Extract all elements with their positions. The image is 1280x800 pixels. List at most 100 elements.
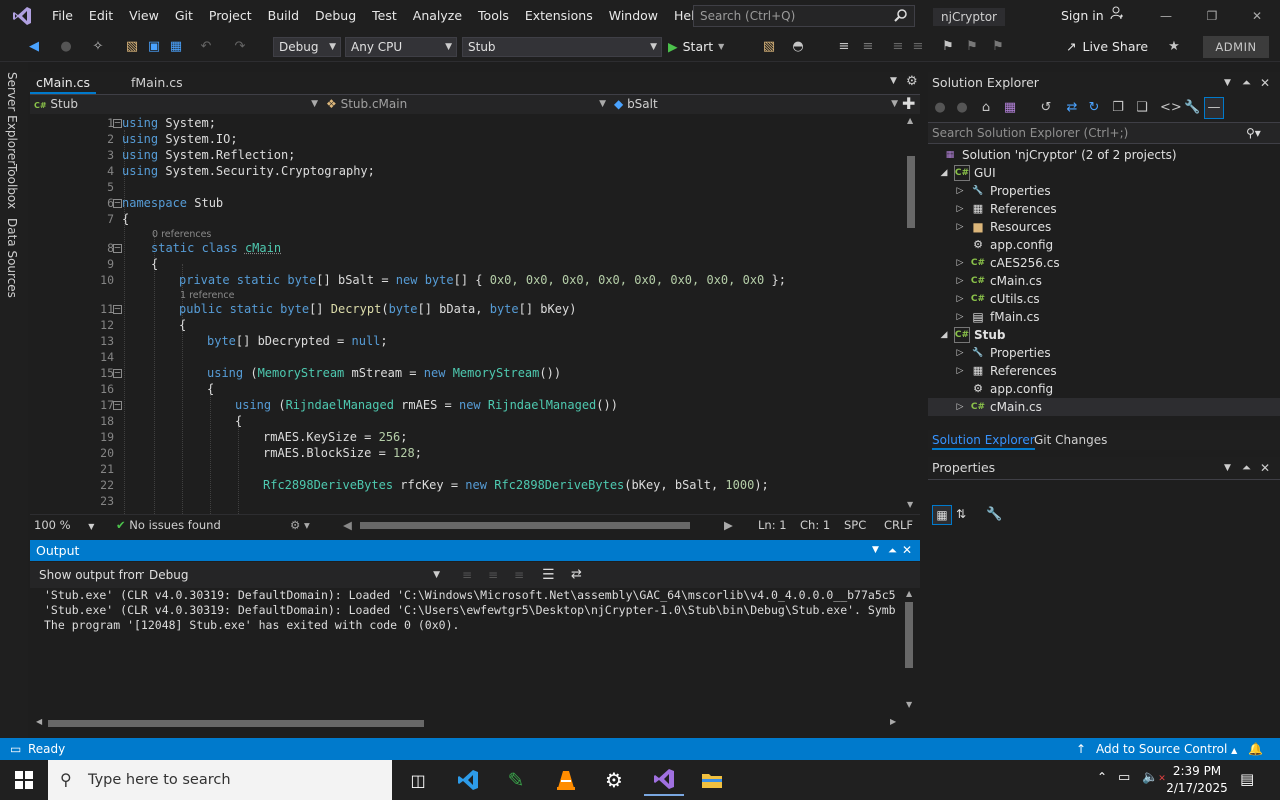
network-icon[interactable]: ▭ — [1118, 770, 1130, 785]
scroll-right-icon[interactable]: ▶ — [890, 717, 896, 726]
menu-tools[interactable]: Tools — [470, 0, 517, 32]
file-explorer-icon[interactable] — [692, 764, 732, 796]
live-share-button[interactable]: ↗ Live Share — [1066, 37, 1148, 57]
show-hidden-icons-chevron-icon[interactable]: ⌃ — [1097, 770, 1107, 784]
column-indicator[interactable]: Ch: 1 — [800, 515, 830, 535]
properties-wrench-icon[interactable]: 🔧 — [1184, 100, 1200, 116]
scroll-down-icon[interactable]: ▼ — [906, 700, 912, 709]
navigate-forward-icon[interactable]: ● — [58, 39, 74, 55]
close-icon[interactable]: ✕ — [1234, 0, 1280, 32]
tab-git-changes[interactable]: Git Changes — [1034, 430, 1107, 450]
notifications-bell-icon[interactable]: 🔔 — [1248, 738, 1263, 760]
taskbar-search-input[interactable]: ⚲ Type here to search — [48, 760, 392, 800]
visual-studio-logo-icon[interactable] — [0, 0, 44, 32]
split-window-icon[interactable]: ✚ — [902, 94, 915, 113]
horizontal-scrollbar-thumb[interactable] — [360, 522, 690, 529]
tree-node-references[interactable]: ▷ ▦ References — [954, 200, 1057, 218]
restore-icon[interactable]: ❐ — [1189, 0, 1235, 32]
vscode-app-icon[interactable] — [448, 764, 488, 796]
output-vertical-scrollbar[interactable]: ▲ ▼ — [900, 588, 920, 714]
collapse-toggle-icon[interactable]: – — [113, 119, 122, 128]
tree-node-properties[interactable]: ▷ 🔧 Properties — [954, 182, 1051, 200]
member-dropdown[interactable]: ◆ bSalt ▼ — [614, 95, 900, 114]
editor-vertical-scrollbar[interactable]: ▲ ▼ — [902, 114, 920, 514]
next-bookmark-icon[interactable]: ⚑ — [990, 39, 1006, 55]
scroll-right-icon[interactable]: ▶ — [724, 515, 733, 535]
tab-solution-explorer[interactable]: Solution Explorer — [932, 430, 1035, 450]
add-to-source-control-button[interactable]: Add to Source Control ▲ — [1096, 738, 1237, 762]
next-message-icon[interactable]: ≡ — [514, 568, 524, 582]
tree-node-solution[interactable]: ▦ Solution 'njCryptor' (2 of 2 projects) — [938, 146, 1177, 164]
code-editor[interactable]: 1 2 3 4 5 6 7 8 9 10 11 12 13 14 15 16 1… — [30, 114, 902, 514]
notepad-plus-plus-icon[interactable]: ✎ — [496, 764, 536, 796]
sync-icon[interactable]: ⇄ — [1064, 100, 1080, 116]
speaker-muted-icon[interactable]: 🔈✕ — [1142, 770, 1166, 785]
uncomment-icon[interactable]: ≡ — [910, 39, 926, 55]
tree-node-cmain-gui[interactable]: ▷ C# cMain.cs — [954, 272, 1042, 290]
scroll-down-icon[interactable]: ▼ — [907, 500, 913, 509]
home-icon[interactable]: ⌂ — [978, 100, 994, 116]
class-dropdown[interactable]: ❖ Stub.cMain ▼ — [326, 95, 608, 114]
menu-analyze[interactable]: Analyze — [405, 0, 470, 32]
preview-selected-icon[interactable]: — — [1204, 97, 1224, 119]
collapse-toggle-icon[interactable]: – — [113, 369, 122, 378]
output-horizontal-scrollbar[interactable]: ◀ ▶ — [30, 714, 920, 732]
tree-node-app-config[interactable]: ⚙ app.config — [966, 236, 1053, 254]
tree-node-stub-references[interactable]: ▷ ▦ References — [954, 362, 1057, 380]
tree-node-caes256[interactable]: ▷ C# cAES256.cs — [954, 254, 1060, 272]
scrollbar-thumb[interactable] — [907, 156, 915, 228]
tree-node-fmain[interactable]: ▷ ▤ fMain.cs — [954, 308, 1040, 326]
pin-icon[interactable]: ⏶ — [888, 540, 897, 561]
show-all-files-icon[interactable]: ❑ — [1134, 100, 1150, 116]
line-ending-indicator[interactable]: CRLF — [884, 515, 913, 535]
alphabetical-icon[interactable]: ⇅ — [956, 507, 966, 521]
categorized-icon[interactable]: ▦ — [932, 505, 952, 525]
refresh-icon[interactable]: ↻ — [1086, 100, 1102, 116]
action-center-icon[interactable]: ▤ — [1240, 770, 1254, 788]
tree-node-stub-app-config[interactable]: ⚙ app.config — [966, 380, 1053, 398]
visual-studio-app-icon[interactable] — [644, 764, 684, 796]
scroll-left-icon[interactable]: ◀ — [343, 515, 352, 535]
toolbox-tab[interactable]: Toolbox — [5, 164, 19, 209]
search-input[interactable]: Search (Ctrl+Q) — [693, 5, 915, 27]
bookmark-icon[interactable]: ⚑ — [940, 39, 956, 55]
collapse-all-icon[interactable]: ❐ — [1110, 100, 1126, 116]
tree-node-stub-properties[interactable]: ▷ 🔧 Properties — [954, 344, 1051, 362]
tab-fmain-cs[interactable]: fMain.cs — [125, 72, 189, 94]
property-pages-icon[interactable]: 🔧 — [986, 507, 1002, 522]
scroll-up-icon[interactable]: ▲ — [907, 116, 913, 125]
tree-node-cutils[interactable]: ▷ C# cUtils.cs — [954, 290, 1040, 308]
server-explorer-tab[interactable]: Server Explorer — [5, 72, 19, 165]
sign-in-button[interactable]: Sign in — [1061, 0, 1124, 32]
menu-test[interactable]: Test — [364, 0, 405, 32]
startup-project-dropdown[interactable]: Stub ▼ — [462, 37, 662, 57]
feedback-icon[interactable]: ★ — [1166, 39, 1182, 55]
back-icon[interactable]: ● — [932, 100, 948, 116]
settings-gear-icon[interactable]: ⚙ — [594, 764, 634, 796]
pending-changes-filter-icon[interactable]: ↺ — [1038, 100, 1054, 116]
scrollbar-thumb[interactable] — [905, 602, 913, 668]
new-project-icon[interactable]: ✧ — [90, 39, 106, 55]
collapse-toggle-icon[interactable]: – — [113, 244, 122, 253]
find-message-icon[interactable]: ≡ — [462, 568, 472, 582]
zoom-dropdown[interactable]: 100 % ▼ — [34, 515, 94, 537]
format-icon[interactable]: ≡ — [836, 39, 852, 55]
output-text[interactable]: 'Stub.exe' (CLR v4.0.30319: DefaultDomai… — [30, 588, 900, 714]
menu-git[interactable]: Git — [167, 0, 201, 32]
configuration-dropdown[interactable]: Debug ▼ — [273, 37, 341, 57]
codelens-references[interactable]: 1 reference — [180, 290, 234, 301]
close-icon[interactable]: ✕ — [1260, 72, 1270, 94]
tree-node-project-stub[interactable]: ◢ C# Stub — [938, 326, 1006, 344]
solution-search-input[interactable]: Search Solution Explorer (Ctrl+;) ⚲▾ — [928, 122, 1280, 144]
start-debugging-button[interactable]: ▶ Start ▼ — [668, 37, 724, 57]
forward-icon[interactable]: ● — [954, 100, 970, 116]
menu-edit[interactable]: Edit — [81, 0, 121, 32]
code-cleanup-icon[interactable]: ⚙ ▾ — [290, 515, 310, 535]
save-all-icon[interactable]: ▦ — [168, 39, 184, 55]
collapse-toggle-icon[interactable]: – — [113, 199, 122, 208]
taskbar-clock[interactable]: 2:39 PM 2/17/2025 — [1165, 763, 1229, 797]
close-icon[interactable]: ✕ — [1260, 457, 1270, 479]
navigate-back-icon[interactable]: ◀ — [26, 39, 42, 55]
prev-bookmark-icon[interactable]: ⚑ — [964, 39, 980, 55]
clear-all-icon[interactable]: ☰ — [542, 567, 555, 583]
